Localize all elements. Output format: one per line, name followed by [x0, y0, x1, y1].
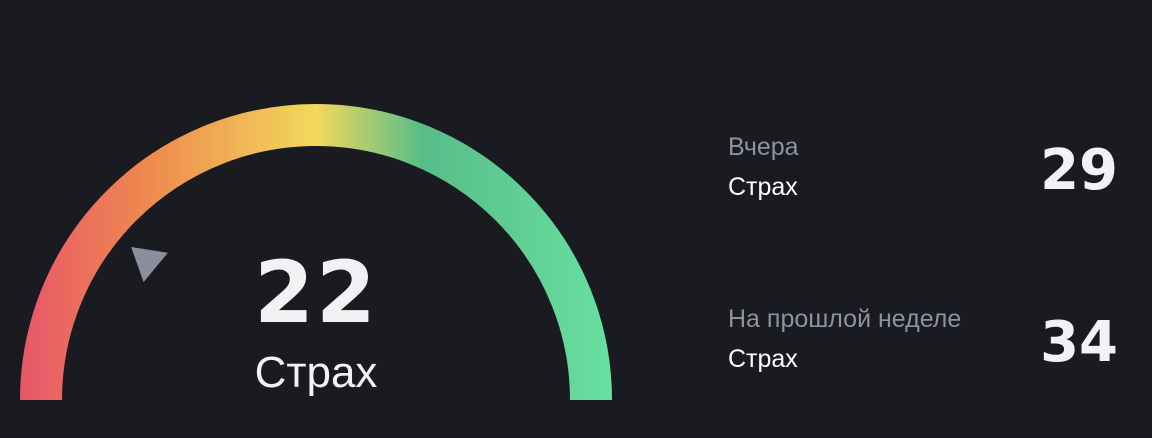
- history-item-yesterday: Вчера Страх 29: [728, 130, 1128, 210]
- gauge-value: 22: [254, 243, 378, 343]
- history-label: Страх: [728, 173, 798, 201]
- history-item-last-week: На прошлой неделе Страх 34: [728, 302, 1128, 382]
- history-value: 34: [1040, 310, 1118, 375]
- fear-greed-gauge: 22 Страх: [0, 0, 640, 438]
- gauge-label: Страх: [254, 348, 378, 397]
- history-period: Вчера: [728, 133, 799, 161]
- history-period: На прошлой неделе: [728, 305, 962, 333]
- history-value: 29: [1040, 138, 1118, 203]
- gauge-pointer-icon: [131, 247, 168, 283]
- history-label: Страх: [728, 345, 798, 373]
